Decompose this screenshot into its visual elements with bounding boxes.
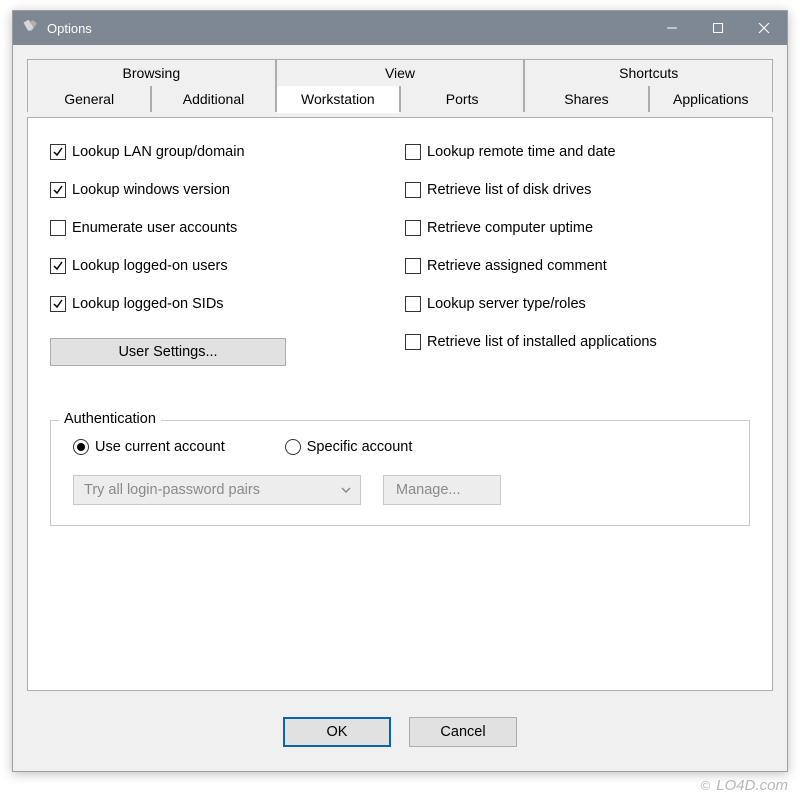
radio-specific-account[interactable]: Specific account [285, 439, 413, 455]
opt-label: Lookup logged-on users [72, 258, 228, 274]
opt-lookup-lan[interactable]: Lookup LAN group/domain [50, 144, 395, 160]
opt-uptime[interactable]: Retrieve computer uptime [405, 220, 750, 236]
tab-shares[interactable]: Shares [524, 86, 648, 112]
checkbox-icon [405, 182, 421, 198]
opt-label: Lookup logged-on SIDs [72, 296, 224, 312]
opt-label: Retrieve list of installed applications [427, 334, 657, 350]
titlebar: Options [13, 11, 787, 45]
cancel-button[interactable]: Cancel [409, 717, 517, 747]
tab-applications[interactable]: Applications [649, 86, 773, 112]
maximize-button[interactable] [695, 11, 741, 45]
opt-comment[interactable]: Retrieve assigned comment [405, 258, 750, 274]
radio-current-account[interactable]: Use current account [73, 439, 225, 455]
opt-logged-on-sids[interactable]: Lookup logged-on SIDs [50, 296, 395, 312]
client-area: Browsing View Shortcuts General Addition… [13, 45, 787, 771]
opt-label: Lookup server type/roles [427, 296, 586, 312]
checkbox-icon [50, 296, 66, 312]
opt-label: Lookup windows version [72, 182, 230, 198]
login-pairs-select: Try all login-password pairs [73, 475, 361, 505]
watermark: © LO4D.com [701, 777, 788, 794]
opt-label: Lookup LAN group/domain [72, 144, 245, 160]
opt-server-type[interactable]: Lookup server type/roles [405, 296, 750, 312]
opt-remote-time[interactable]: Lookup remote time and date [405, 144, 750, 160]
opt-label: Retrieve computer uptime [427, 220, 593, 236]
tab-additional[interactable]: Additional [151, 86, 275, 112]
radio-label: Specific account [307, 439, 413, 455]
window-title: Options [47, 21, 92, 36]
opt-disk-drives[interactable]: Retrieve list of disk drives [405, 182, 750, 198]
auth-legend: Authentication [59, 411, 161, 427]
tab-view[interactable]: View [276, 59, 525, 86]
checkbox-icon [405, 144, 421, 160]
checkbox-icon [50, 258, 66, 274]
dialog-buttons: OK Cancel [13, 717, 787, 747]
opt-label: Enumerate user accounts [72, 220, 237, 236]
tab-browsing[interactable]: Browsing [27, 59, 276, 86]
tab-workstation[interactable]: Workstation [276, 86, 400, 112]
user-settings-button[interactable]: User Settings... [50, 338, 286, 366]
tab-shortcuts[interactable]: Shortcuts [524, 59, 773, 86]
options-right-column: Lookup remote time and date Retrieve lis… [405, 144, 750, 366]
tab-row-top: Browsing View Shortcuts [27, 59, 773, 86]
radio-icon [73, 439, 89, 455]
options-window: Options Browsing View Shortcuts [12, 10, 788, 772]
opt-label: Retrieve assigned comment [427, 258, 607, 274]
checkbox-icon [405, 296, 421, 312]
tab-row-bottom: General Additional Workstation Ports Sha… [27, 86, 773, 112]
tab-general[interactable]: General [27, 86, 151, 112]
tab-panel-workstation: Lookup LAN group/domain Lookup windows v… [27, 117, 773, 691]
copyright-symbol: © [701, 778, 711, 793]
opt-enum-accounts[interactable]: Enumerate user accounts [50, 220, 395, 236]
auth-group: Authentication Use current account Speci… [50, 420, 750, 526]
chevron-down-icon [340, 484, 352, 496]
ok-button[interactable]: OK [283, 717, 391, 747]
checkbox-icon [50, 182, 66, 198]
manage-button: Manage... [383, 475, 501, 505]
opt-label: Retrieve list of disk drives [427, 182, 591, 198]
opt-lookup-winver[interactable]: Lookup windows version [50, 182, 395, 198]
options-left-column: Lookup LAN group/domain Lookup windows v… [50, 144, 395, 366]
watermark-text: LO4D.com [716, 777, 788, 794]
radio-label: Use current account [95, 439, 225, 455]
opt-label: Lookup remote time and date [427, 144, 616, 160]
app-icon [21, 19, 39, 37]
select-value: Try all login-password pairs [84, 482, 260, 498]
opt-installed-apps[interactable]: Retrieve list of installed applications [405, 334, 750, 350]
checkbox-icon [50, 144, 66, 160]
checkbox-icon [50, 220, 66, 236]
checkbox-icon [405, 258, 421, 274]
close-button[interactable] [741, 11, 787, 45]
tab-ports[interactable]: Ports [400, 86, 524, 112]
minimize-button[interactable] [649, 11, 695, 45]
checkbox-icon [405, 334, 421, 350]
checkbox-icon [405, 220, 421, 236]
radio-icon [285, 439, 301, 455]
opt-logged-on-users[interactable]: Lookup logged-on users [50, 258, 395, 274]
